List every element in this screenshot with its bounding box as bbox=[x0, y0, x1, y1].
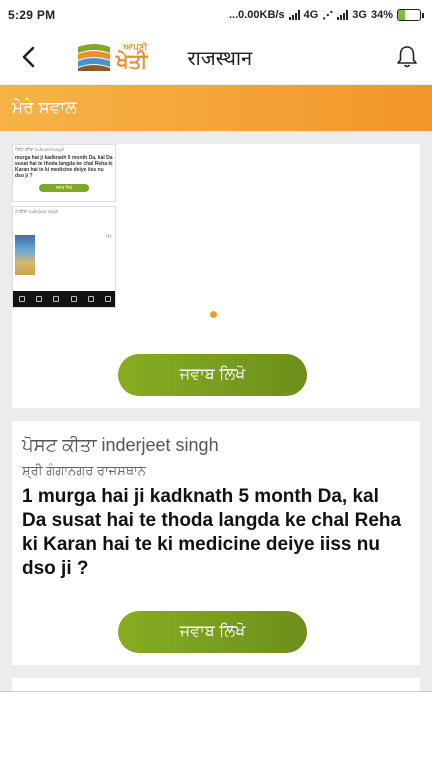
status-icons: ...0.00KB/s 4G ⋰ 3G 34% bbox=[229, 9, 424, 22]
gallery-image[interactable]: ਟ ਕੀਤਾ inderjeet singh (1) bbox=[12, 206, 116, 308]
network-type-1: 4G bbox=[303, 9, 319, 21]
question-text: 1 murga hai ji kadknath 5 month Da, kal … bbox=[22, 486, 402, 579]
pager-dot bbox=[210, 311, 217, 318]
mini-bottom-nav bbox=[13, 291, 115, 307]
back-button[interactable] bbox=[0, 30, 56, 85]
section-title: ਮੇਰੇ ਸਵਾਲ bbox=[12, 98, 77, 117]
logo-big-text: ਖੇਤੀ bbox=[116, 50, 148, 73]
write-answer-button[interactable]: ਜਵਾਬ ਲਿਖੋ bbox=[118, 354, 307, 396]
battery-fill bbox=[398, 10, 406, 20]
app-screen: 5:29 PM ...0.00KB/s 4G ⋰ 3G 34% ਆਪਣੀ ਖੇਤ… bbox=[0, 0, 432, 768]
image-gallery[interactable]: ਪੋਸਟ ਕੀਤਾ inderjeet singh murga hai ji k… bbox=[12, 144, 116, 308]
app-bar: ਆਪਣੀ ਖੇਤੀ राजस्थान bbox=[0, 30, 432, 85]
bottom-blank-area bbox=[0, 691, 432, 768]
write-answer-button[interactable]: ਜਵਾਬ ਲਿਖੋ bbox=[118, 611, 307, 653]
mini-posted-by: ਪੋਸਟ ਕੀਤਾ inderjeet singh bbox=[15, 147, 65, 152]
bell-icon bbox=[397, 46, 417, 68]
gallery-image[interactable]: ਪੋਸਟ ਕੀਤਾ inderjeet singh murga hai ji k… bbox=[12, 144, 116, 202]
notifications-button[interactable] bbox=[392, 42, 422, 72]
mini-photo bbox=[15, 235, 35, 275]
state-title: राजस्थान bbox=[187, 47, 253, 70]
app-logo: ਆਪਣੀ ਖੇਤੀ bbox=[76, 41, 148, 73]
mini-count: (1) bbox=[106, 233, 111, 238]
network-speed: ...0.00KB/s bbox=[228, 9, 285, 21]
back-arrow-icon bbox=[22, 46, 35, 68]
status-bar: 5:29 PM ...0.00KB/s 4G ⋰ 3G 34% bbox=[0, 0, 432, 30]
mini-question-text: murga hai ji kadknath 5 month Da, kal Da… bbox=[15, 154, 113, 180]
section-header: ਮੇਰੇ ਸਵਾਲ bbox=[0, 85, 432, 131]
question-card: ਪੋਸਟ ਕੀਤਾ inderjeet singh ਸ਼੍ਰੀ ਗੰਗਾਨਗਰ … bbox=[12, 421, 420, 665]
signal-icon bbox=[288, 10, 300, 20]
battery-icon bbox=[397, 9, 424, 21]
wifi-icon: ⋰ bbox=[322, 9, 334, 22]
question-card-partial bbox=[12, 678, 420, 691]
mini-posted-by-2: ਟ ਕੀਤਾ inderjeet singh bbox=[15, 209, 59, 214]
status-time: 5:29 PM bbox=[8, 8, 56, 22]
network-type-2: 3G bbox=[352, 9, 367, 21]
mini-reply-button: ਜਵਾਬ ਲਿਖੋ bbox=[39, 183, 89, 192]
questions-feed[interactable]: ਪੋਸਟ ਕੀਤਾ inderjeet singh murga hai ji k… bbox=[0, 131, 432, 691]
posted-by: ਪੋਸਟ ਕੀਤਾ inderjeet singh bbox=[22, 435, 219, 455]
signal-icon-2 bbox=[337, 10, 349, 20]
question-card: ਪੋਸਟ ਕੀਤਾ inderjeet singh murga hai ji k… bbox=[12, 144, 420, 408]
logo-field-icon bbox=[78, 44, 110, 71]
battery-percent: 34% bbox=[370, 9, 393, 21]
location: ਸ਼੍ਰੀ ਗੰਗਾਨਗਰ ਰਾਜਸਥਾਨ bbox=[22, 463, 146, 478]
